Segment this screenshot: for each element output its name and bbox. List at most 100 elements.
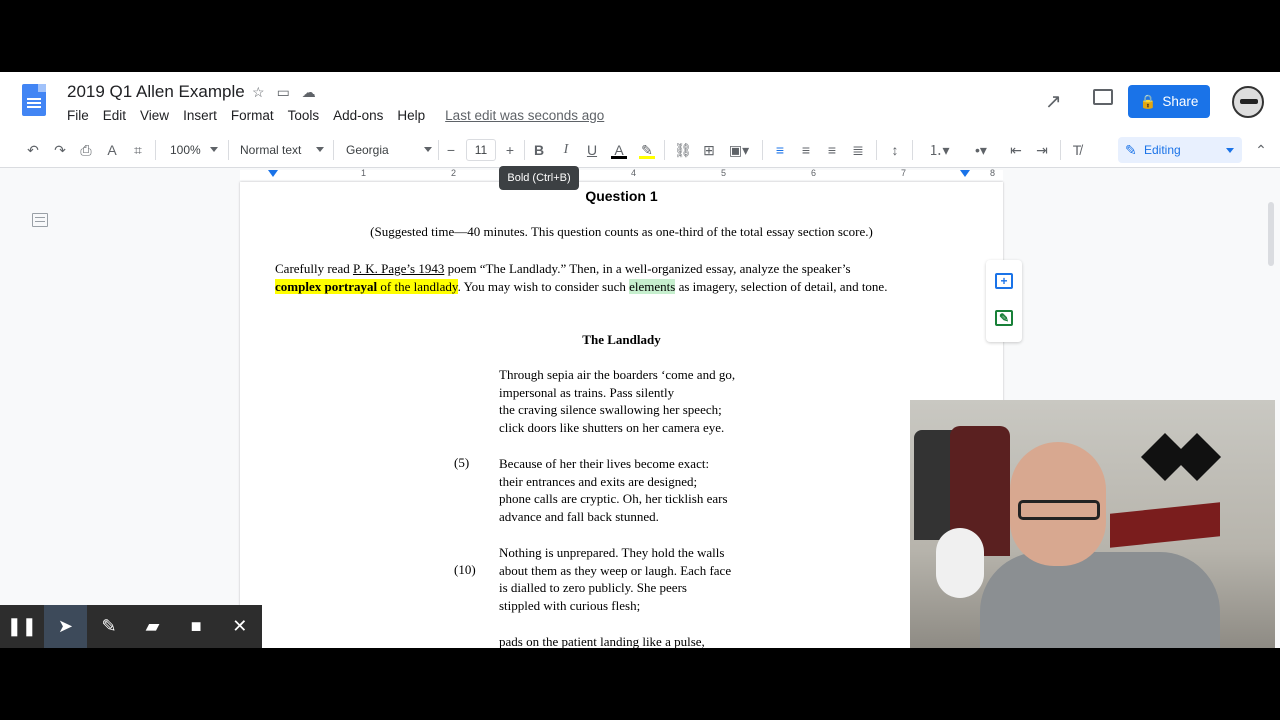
prompt-highlight-bold: complex portrayal — [275, 279, 378, 294]
editing-mode-select[interactable]: Editing — [1118, 137, 1242, 163]
font-select[interactable]: Georgia — [346, 141, 432, 159]
avatar[interactable] — [1232, 86, 1264, 118]
link-icon[interactable]: ⛓ — [674, 141, 692, 159]
recording-toolbar: ❚❚ ➤ ✎ ▰ ■ ✕ — [0, 605, 262, 648]
text-color-icon[interactable]: A — [611, 141, 627, 159]
prompt-highlight: of the landlady — [377, 279, 458, 294]
zoom-value: 100% — [170, 143, 201, 157]
ruler-number: 6 — [811, 168, 817, 178]
poem-line: their entrances and exits are designed; — [499, 473, 698, 489]
share-label: Share — [1162, 94, 1199, 109]
left-indent-marker[interactable] — [268, 170, 278, 177]
presenter-shirt — [980, 552, 1220, 648]
clear-formatting-icon[interactable]: T̸ — [1069, 141, 1085, 159]
poem-line: about them as they weep or laugh. Each f… — [499, 562, 732, 578]
chevron-up-icon[interactable]: ⌃ — [1253, 141, 1269, 159]
add-comment-icon[interactable]: + — [995, 273, 1013, 289]
menu-help[interactable]: Help — [397, 108, 425, 123]
vertical-scrollbar[interactable] — [1268, 202, 1274, 266]
increase-indent-icon[interactable]: ⇥ — [1033, 141, 1051, 159]
line-spacing-icon[interactable]: ↕ — [886, 141, 904, 159]
italic-icon[interactable]: I — [559, 141, 573, 159]
suggest-edits-icon[interactable]: ✎ — [995, 310, 1013, 326]
document-page[interactable]: Question 1 (Suggested time—40 minutes. T… — [240, 182, 1003, 648]
spellcheck-icon[interactable]: A — [104, 141, 120, 159]
prompt-text: poem “The Landlady.” Then, in a well-org… — [444, 261, 851, 276]
chevron-down-icon — [1226, 148, 1234, 153]
bold-icon[interactable]: B — [532, 141, 546, 159]
title-bar: 2019 Q1 Allen Example ☆ ▭ ☁ File Edit Vi… — [0, 72, 1280, 132]
menu-addons[interactable]: Add-ons — [333, 108, 383, 123]
camera-icon[interactable]: ■ — [174, 605, 218, 648]
bulleted-list-icon[interactable]: •▾ — [964, 141, 998, 159]
menu-insert[interactable]: Insert — [183, 108, 217, 123]
last-edit-link[interactable]: Last edit was seconds ago — [445, 108, 604, 123]
align-left-icon[interactable]: ≡ — [772, 141, 788, 159]
cloud-status-icon[interactable]: ☁ — [302, 84, 316, 101]
webcam-overlay — [910, 400, 1275, 648]
poem-line: stippled with curious flesh; — [499, 598, 641, 614]
poem-line: Because of her their lives become exact: — [499, 456, 710, 471]
close-icon[interactable]: ✕ — [218, 605, 262, 648]
font-size-input[interactable]: 11 — [466, 139, 496, 161]
increase-font-size-icon[interactable]: + — [503, 141, 517, 159]
highlight-color-icon[interactable]: ✎ — [639, 141, 655, 159]
horizontal-ruler[interactable]: 1 2 3 4 5 6 7 8 — [0, 168, 1280, 182]
ruler-number: 7 — [901, 168, 907, 178]
pen-icon[interactable]: ✎ — [87, 605, 131, 648]
line-number: (5) — [454, 455, 470, 470]
poem-line: Through sepia air the boarders ‘come and… — [499, 367, 736, 382]
decrease-indent-icon[interactable]: ⇤ — [1007, 141, 1025, 159]
highlighter-icon[interactable]: ▰ — [131, 605, 175, 648]
ruler-number: 2 — [451, 168, 457, 178]
align-right-icon[interactable]: ≡ — [824, 141, 840, 159]
activity-trend-icon[interactable]: ↗ — [1045, 89, 1062, 114]
line-number: (10) — [454, 562, 476, 577]
document-title[interactable]: 2019 Q1 Allen Example — [67, 82, 245, 102]
lock-icon: 🔒 — [1139, 93, 1157, 109]
menu-file[interactable]: File — [67, 108, 89, 123]
move-folder-icon[interactable]: ▭ — [277, 84, 290, 101]
prompt-underlined: P. K. Page’s 1943 — [352, 261, 445, 276]
menu-edit[interactable]: Edit — [103, 108, 126, 123]
prompt-text: as imagery, selection of detail, and ton… — [675, 279, 888, 294]
poem-stanza: pads on the patient landing like a pulse… — [499, 633, 705, 648]
poem-title: The Landlady — [582, 332, 661, 347]
font-value: Georgia — [346, 143, 389, 157]
mode-value: Editing — [1144, 143, 1181, 157]
poem-line: impersonal as trains. Pass silently — [499, 384, 675, 400]
decrease-font-size-icon[interactable]: − — [444, 141, 458, 159]
numbered-list-icon[interactable]: ⒈▾ — [922, 141, 956, 159]
underline-icon[interactable]: U — [585, 141, 599, 159]
right-indent-marker[interactable] — [960, 170, 970, 177]
justify-icon[interactable]: ≣ — [850, 141, 866, 159]
pause-icon[interactable]: ❚❚ — [0, 605, 44, 648]
share-button[interactable]: 🔒 Share — [1128, 85, 1210, 118]
print-icon[interactable]: ⎙ — [77, 141, 95, 159]
poem-stanza: Nothing is unprepared. They hold the wal… — [499, 544, 731, 615]
poem-line: the craving silence swallowing her speec… — [499, 402, 722, 418]
insert-image-icon[interactable]: ▣▾ — [727, 141, 751, 159]
docs-logo-icon[interactable] — [22, 84, 46, 116]
redo-icon[interactable]: ↷ — [52, 141, 68, 159]
prompt-highlight-green: elements — [629, 279, 676, 294]
menu-format[interactable]: Format — [231, 108, 274, 123]
figurine-image — [936, 528, 984, 598]
menu-tools[interactable]: Tools — [288, 108, 320, 123]
zoom-select[interactable]: 100% — [170, 141, 218, 159]
poem-line: is dialled to zero publicly. She peers — [499, 580, 687, 596]
poem-line: pads on the patient landing like a pulse… — [499, 634, 705, 648]
cursor-icon[interactable]: ➤ — [43, 605, 88, 648]
menu-view[interactable]: View — [140, 108, 169, 123]
style-select[interactable]: Normal text — [240, 141, 324, 159]
paint-format-icon[interactable]: ⌗ — [130, 141, 146, 159]
poem-stanza: Because of her their lives become exact:… — [499, 455, 728, 526]
document-outline-icon[interactable] — [32, 213, 48, 227]
toolbar: ↶ ↷ ⎙ A ⌗ 100% Normal text Georgia − 11 … — [0, 132, 1280, 168]
align-center-icon[interactable]: ≡ — [798, 141, 814, 159]
undo-icon[interactable]: ↶ — [25, 141, 41, 159]
star-icon[interactable]: ☆ — [252, 84, 265, 101]
add-comment-icon[interactable]: ⊞ — [701, 141, 717, 159]
comment-history-icon[interactable] — [1093, 89, 1113, 105]
ruler-number: 4 — [631, 168, 637, 178]
